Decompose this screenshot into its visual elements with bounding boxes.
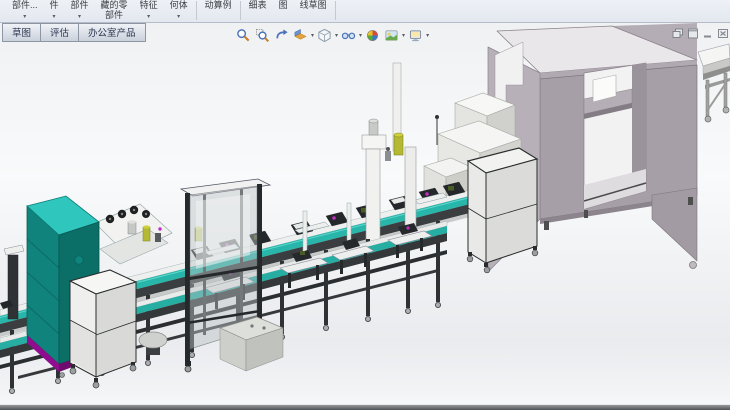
dropdown-arrow-icon: ▾ [177, 14, 180, 20]
apply-scene-dropdown-arrow[interactable]: ▾ [402, 32, 405, 39]
tab-3[interactable]: 办公室产品 [78, 23, 146, 42]
tab-1[interactable]: 草图 [2, 23, 41, 42]
ribbon-separator [196, 1, 197, 20]
dropdown-arrow-icon: ▾ [53, 14, 56, 20]
display-style-dropdown-arrow[interactable]: ▾ [335, 32, 338, 39]
roller-station [95, 204, 172, 264]
dropdown-arrow-icon: ▾ [78, 14, 81, 20]
ribbon: 部件...▾件▾部件▾藏的零 部件特征▾何体▾动算例细表图线草图 [0, 0, 730, 23]
document-window-controls [672, 26, 729, 37]
model-canvas[interactable] [0, 23, 730, 410]
graphics-viewport[interactable]: ▾ ▾ ▾ ▾ ▾ [0, 23, 730, 410]
window-close-button[interactable] [717, 26, 729, 37]
apply-scene-icon[interactable] [383, 27, 400, 44]
display-style-icon[interactable] [316, 27, 333, 44]
ribbon-button-9[interactable]: 图 [273, 0, 294, 23]
ribbon-button-label: 动算例 [205, 1, 232, 11]
ribbon-button-label: 件 [50, 1, 59, 11]
bottom-taskbar-edge [0, 404, 730, 410]
ribbon-separator [335, 1, 336, 20]
edit-appearance-icon[interactable] [364, 27, 381, 44]
ribbon-button-label: 图 [279, 1, 288, 11]
ribbon-button-5[interactable]: 特征 ▾ [134, 0, 164, 23]
ribbon-button-2[interactable]: 件▾ [44, 0, 65, 23]
view-settings-icon[interactable] [407, 27, 424, 44]
ribbon-button-label: 何体 [170, 1, 188, 11]
zoom-to-area-icon[interactable] [254, 27, 271, 44]
ribbon-button-3[interactable]: 部件 ▾ [65, 0, 95, 23]
window-restore-button[interactable] [672, 26, 684, 37]
section-view-dropdown-arrow[interactable]: ▾ [311, 32, 314, 39]
ribbon-button-6[interactable]: 何体 ▾ [164, 0, 194, 23]
exit-conveyor [698, 44, 730, 122]
commandmanager-tabs: 草图评估办公室产品 [2, 23, 145, 42]
zoom-to-fit-icon[interactable] [235, 27, 252, 44]
ribbon-button-1[interactable]: 部件... ▾ [6, 0, 44, 23]
drum-roller [139, 332, 167, 355]
ribbon-button-7[interactable]: 动算例 [199, 0, 238, 23]
floor-box [220, 317, 283, 371]
ribbon-button-4[interactable]: 藏的零 部件 [95, 0, 134, 23]
ribbon-button-label: 细表 [249, 1, 267, 11]
section-view-icon[interactable] [292, 27, 309, 44]
tab-2[interactable]: 评估 [40, 23, 79, 42]
ribbon-button-10[interactable]: 线草图 [294, 0, 333, 23]
window-minimize-button[interactable] [702, 26, 714, 37]
previous-view-icon[interactable] [273, 27, 290, 44]
dropdown-arrow-icon: ▾ [147, 14, 150, 20]
heads-up-view-toolbar: ▾ ▾ ▾ ▾ ▾ [234, 27, 430, 44]
dropdown-arrow-icon: ▾ [23, 14, 26, 20]
window-maximize-button[interactable] [687, 26, 699, 37]
ribbon-separator [240, 1, 241, 20]
ribbon-button-8[interactable]: 细表 [243, 0, 273, 23]
framed-cabinet [467, 148, 538, 273]
white-cabinet [70, 270, 136, 388]
ribbon-button-label: 特征 [140, 1, 158, 11]
ribbon-button-label: 部件... [12, 1, 38, 11]
ribbon-button-label: 藏的零 部件 [101, 1, 128, 20]
hide-show-items-icon[interactable] [340, 27, 357, 44]
ribbon-button-label: 部件 [71, 1, 89, 11]
ribbon-button-label: 线草图 [300, 1, 327, 11]
hide-show-items-dropdown-arrow[interactable]: ▾ [359, 32, 362, 39]
view-settings-dropdown-arrow[interactable]: ▾ [426, 32, 429, 39]
